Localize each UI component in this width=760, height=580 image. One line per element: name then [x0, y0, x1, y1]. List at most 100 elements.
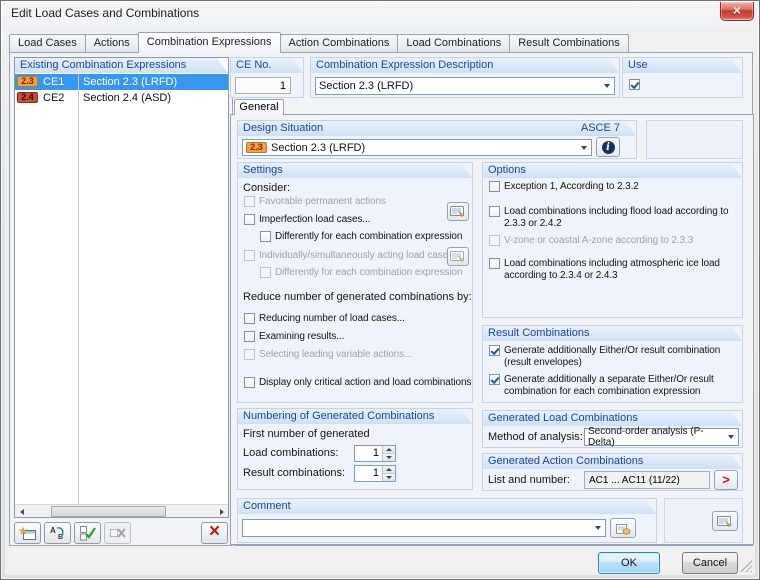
spin-down-icon[interactable]	[383, 474, 395, 481]
expression-settings-button[interactable]	[712, 511, 738, 531]
generate-either-or-checkbox[interactable]	[489, 345, 500, 356]
info-button[interactable]: i	[596, 137, 620, 157]
ok-button[interactable]: OK	[598, 552, 660, 574]
method-of-analysis-combobox[interactable]: Second-order analysis (P-Delta)	[584, 426, 739, 448]
check-all-icon	[79, 526, 96, 541]
imperfection-settings-button[interactable]	[447, 202, 469, 221]
svg-text:★: ★	[19, 526, 27, 536]
tab-combination-expressions[interactable]: Combination Expressions	[137, 32, 281, 53]
spin-up-icon[interactable]	[383, 446, 395, 454]
examining-results-checkbox[interactable]	[244, 331, 255, 342]
individually-acting-load-cases-checkbox[interactable]	[244, 250, 255, 261]
checkbox-row: Selecting leading variable actions...	[244, 349, 468, 361]
differently-each-expression-checkbox[interactable]	[260, 231, 271, 242]
use-group: Use	[622, 57, 743, 98]
close-icon	[733, 2, 741, 20]
generated-load-header: Generated Load Combinations	[483, 411, 742, 426]
scroll-right-arrow-icon[interactable]	[215, 505, 228, 518]
new-expression-button[interactable]: ★	[14, 522, 41, 544]
comment-combobox[interactable]	[242, 519, 606, 537]
resize-grip[interactable]	[740, 560, 752, 572]
v-zone-checkbox[interactable]	[489, 235, 500, 246]
delete-expression-button[interactable]	[201, 522, 228, 544]
renumber-icon: A B	[50, 526, 64, 541]
use-checkbox[interactable]	[629, 79, 640, 90]
flood-load-checkbox[interactable]	[489, 206, 500, 217]
new-icon: ★	[19, 526, 36, 540]
tab-load-combinations[interactable]: Load Combinations	[397, 34, 511, 52]
scroll-left-arrow-icon[interactable]	[15, 505, 28, 518]
check-all-button[interactable]	[74, 522, 101, 544]
checkbox-label: Differently for each combination express…	[275, 231, 463, 242]
imperfection-load-cases-checkbox[interactable]	[244, 214, 255, 225]
design-situation-combobox[interactable]: 2.3 Section 2.3 (LRFD)	[242, 139, 592, 156]
checkbox-label: Reducing number of load cases...	[259, 313, 405, 324]
comment-header: Comment	[238, 499, 656, 514]
show-action-combinations-button[interactable]	[714, 470, 738, 490]
checkbox-label: Imperfection load cases...	[259, 214, 371, 225]
uncheck-all-button[interactable]	[104, 522, 131, 544]
dialog-window: Edit Load Cases and Combinations Load Ca…	[0, 0, 760, 580]
reducing-load-cases-checkbox[interactable]	[244, 313, 255, 324]
ce-no-field[interactable]: 1	[235, 77, 291, 94]
spin-up-icon[interactable]	[383, 466, 395, 474]
checkbox-label: Load combinations including atmospheric …	[504, 258, 720, 281]
display-only-critical-checkbox[interactable]	[244, 377, 255, 388]
list-item[interactable]: 2.3 CE1 Section 2.3 (LRFD)	[15, 74, 228, 90]
differently-each-expression-2-checkbox[interactable]	[260, 267, 271, 278]
chevron-down-icon	[725, 429, 738, 445]
tab-result-combinations[interactable]: Result Combinations	[509, 34, 629, 52]
atmospheric-ice-checkbox[interactable]	[489, 258, 500, 269]
checkbox-row: Load combinations including flood load a…	[489, 206, 736, 230]
load-combinations-spinner[interactable]: 1	[354, 445, 396, 462]
chevron-down-icon	[591, 520, 605, 536]
checkbox-row: Generate additionally Either/Or result c…	[489, 345, 736, 369]
tab-load-cases[interactable]: Load Cases	[9, 34, 86, 52]
checkbox-row: Load combinations including atmospheric …	[489, 258, 736, 282]
favorable-permanent-actions-checkbox[interactable]	[244, 196, 255, 207]
existing-list-header: Existing Combination Expressions	[15, 58, 228, 73]
description-group: Combination Expression Description Secti…	[310, 57, 620, 98]
selecting-leading-actions-checkbox[interactable]	[244, 349, 255, 360]
load-combinations-label: Load combinations:	[243, 447, 339, 459]
extra-panel	[664, 498, 743, 543]
renumber-button[interactable]: A B	[44, 522, 71, 544]
list-item[interactable]: 2.4 CE2 Section 2.4 (ASD)	[15, 90, 228, 106]
list-item-desc: Section 2.3 (LRFD)	[83, 76, 178, 88]
tab-bar: Load Cases Actions Combination Expressio…	[9, 31, 629, 53]
list-and-number-label: List and number:	[488, 474, 570, 486]
edit-settings-icon	[717, 515, 732, 527]
tab-actions[interactable]: Actions	[84, 34, 139, 52]
design-situation-title: Design Situation	[243, 122, 324, 134]
generated-action-header: Generated Action Combinations	[483, 454, 742, 469]
exception-1-checkbox[interactable]	[489, 181, 500, 192]
list-item-id: CE2	[43, 92, 65, 104]
spinner-value: 1	[372, 447, 379, 459]
description-combobox[interactable]: Section 2.3 (LRFD)	[315, 77, 615, 95]
checkbox-row: Favorable permanent actions	[244, 196, 444, 208]
horizontal-scrollbar[interactable]	[15, 504, 228, 517]
cancel-button[interactable]: Cancel	[682, 552, 738, 574]
individually-settings-button[interactable]	[447, 247, 469, 266]
checkbox-label: Selecting leading variable actions...	[259, 349, 413, 360]
ce-no-value: 1	[279, 79, 286, 92]
close-button[interactable]	[720, 2, 754, 21]
description-value: Section 2.3 (LRFD)	[319, 80, 414, 92]
result-combinations-spinner[interactable]: 1	[354, 465, 396, 482]
info-icon: i	[601, 140, 615, 154]
generate-separate-either-or-checkbox[interactable]	[489, 374, 500, 385]
checkbox-row: Imperfection load cases...	[244, 214, 444, 226]
comment-group: Comment	[237, 498, 657, 543]
tab-action-combinations[interactable]: Action Combinations	[279, 34, 399, 52]
tab-general[interactable]: General	[234, 99, 284, 115]
options-group: Options Exception 1, According to 2.3.2 …	[482, 162, 743, 318]
tab-page: Existing Combination Expressions 2.3 CE1…	[9, 52, 754, 546]
badge-2-4: 2.4	[17, 92, 38, 103]
comment-templates-button[interactable]	[610, 518, 636, 538]
scrollbar-thumb[interactable]	[51, 506, 166, 517]
method-of-analysis-label: Method of analysis:	[488, 431, 583, 443]
checkbox-row: Examining results...	[244, 331, 468, 343]
result-combinations-group: Result Combinations Generate additionall…	[482, 325, 743, 403]
use-header: Use	[623, 58, 742, 73]
spin-down-icon[interactable]	[383, 454, 395, 461]
